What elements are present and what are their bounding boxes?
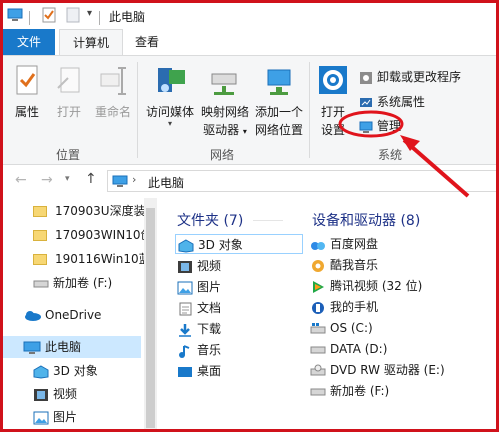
outer-red-frame [0, 0, 499, 432]
